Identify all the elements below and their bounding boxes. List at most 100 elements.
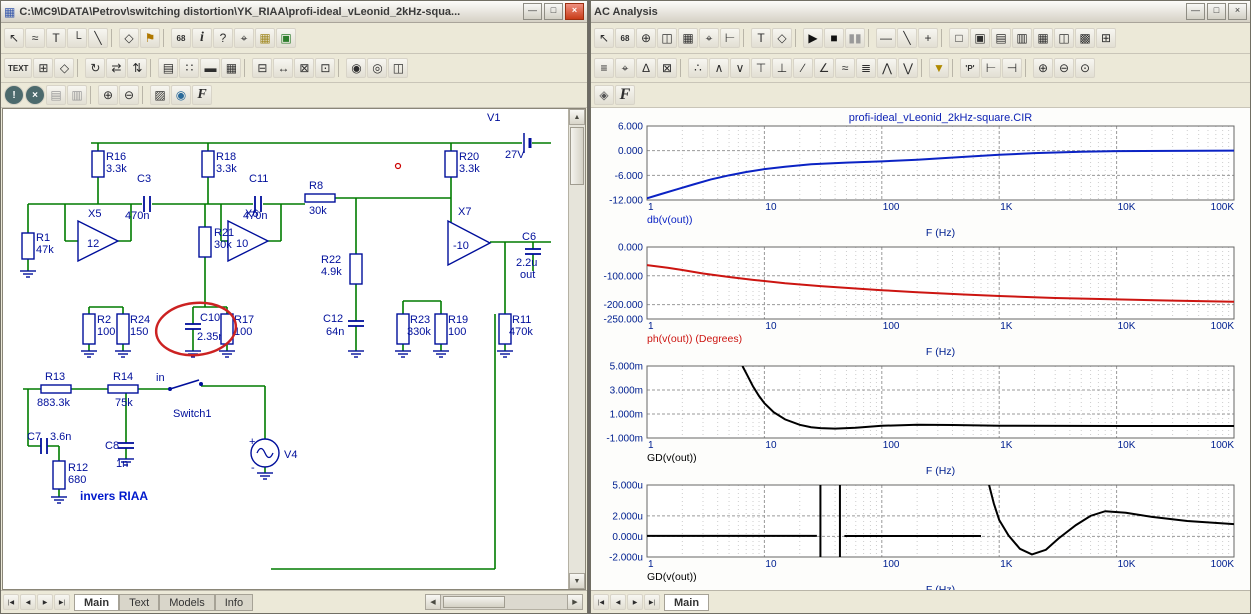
part-C8[interactable]: C81n [105, 440, 134, 470]
active-plot-icon[interactable]: ▣ [970, 28, 990, 48]
probe-icon[interactable]: ⌖ [615, 58, 635, 78]
one-plot-icon[interactable]: □ [949, 28, 969, 48]
waveform-icon[interactable]: ≈ [835, 58, 855, 78]
plot-background[interactable] [647, 485, 1234, 557]
text-mode-icon[interactable]: T [46, 28, 66, 48]
find-plot-icon[interactable]: 68 [615, 28, 635, 48]
rubberband-icon[interactable]: ⊡ [315, 58, 335, 78]
part-R23[interactable]: R23330k [397, 314, 431, 344]
wire-segments[interactable] [23, 143, 551, 569]
zoom-out-icon[interactable]: ⊖ [1054, 58, 1074, 78]
globe-icon[interactable]: ◉ [171, 85, 191, 105]
part-R2[interactable]: R2100 [83, 314, 115, 344]
first-tab-button[interactable]: |◀ [3, 594, 19, 610]
copy-to-clipboard-icon[interactable]: ▤ [46, 85, 66, 105]
schematic-vscrollbar[interactable]: ▲ ▼ [568, 109, 585, 589]
scroll-right-button[interactable]: ▶ [567, 594, 583, 610]
part-R20[interactable]: R203.3k [445, 151, 480, 177]
wire-mode-icon[interactable]: └ [67, 28, 87, 48]
diagonal-wire-mode-icon[interactable]: ╲ [88, 28, 108, 48]
select-mode-icon[interactable]: ↖ [4, 28, 24, 48]
graphics-mode-icon[interactable]: ◇ [119, 28, 139, 48]
tab-main[interactable]: Main [664, 594, 709, 611]
split-panels-icon[interactable]: ◫ [1054, 28, 1074, 48]
pause-icon[interactable]: ▮▮ [845, 28, 865, 48]
grid-dots-icon[interactable]: ∷ [179, 58, 199, 78]
last-tab-button[interactable]: ▶| [644, 594, 660, 610]
prev-tab-button[interactable]: ◀ [20, 594, 36, 610]
part-C3[interactable]: C3470n [125, 173, 151, 222]
text-stepper-icon[interactable]: TEXT [4, 58, 32, 78]
crosshair-icon[interactable]: + [918, 28, 938, 48]
p-key-icon[interactable]: 'P' [960, 58, 980, 78]
vscroll-thumb[interactable] [570, 127, 584, 185]
metafile-icon[interactable]: ▨ [150, 85, 170, 105]
maximize-button[interactable]: □ [544, 3, 563, 20]
prev-tab-button[interactable]: ◀ [610, 594, 626, 610]
ac-plot-0[interactable]: 1101001K10K100K6.0000.000-6.000-12.000pr… [591, 110, 1246, 242]
clear-tags-icon[interactable]: ⊠ [657, 58, 677, 78]
text-mode-icon[interactable]: T [751, 28, 771, 48]
close-button[interactable]: × [565, 3, 584, 20]
properties-icon[interactable]: ≡ [594, 58, 614, 78]
analysis-plot-area[interactable]: 1101001K10K100K6.0000.000-6.000-12.000pr… [591, 108, 1250, 590]
rotate-icon[interactable]: ↻ [85, 58, 105, 78]
find-component-icon[interactable]: 68 [171, 28, 191, 48]
formula-text-icon[interactable]: F [615, 85, 635, 105]
next-data-point-icon[interactable]: ∴ [688, 58, 708, 78]
tag-mode-icon[interactable]: ⊢ [720, 28, 740, 48]
component-mode-icon[interactable]: ≈ [25, 28, 45, 48]
cut-icon[interactable]: ⊠ [294, 58, 314, 78]
valley-icon[interactable]: ∨ [730, 58, 750, 78]
flag-mode-icon[interactable]: ⚑ [140, 28, 160, 48]
part-X5[interactable]: X512 [78, 208, 118, 261]
part-V1[interactable]: V127V [487, 112, 530, 161]
diagonal-tool-icon[interactable]: ╲ [897, 28, 917, 48]
stop-icon[interactable]: ■ [824, 28, 844, 48]
color-menu-icon[interactable]: ▼ [929, 58, 949, 78]
step-box-icon[interactable]: ▤ [158, 58, 178, 78]
copy-page-icon[interactable]: ▥ [67, 85, 87, 105]
part-V4[interactable]: V4+- [249, 436, 297, 474]
part-R8[interactable]: R830k [305, 180, 335, 217]
next-tab-button[interactable]: ▶ [627, 594, 643, 610]
inflection-icon[interactable]: ∠ [814, 58, 834, 78]
tab-main[interactable]: Main [74, 594, 119, 611]
part-R16[interactable]: R163.3k [92, 151, 127, 177]
mode-box-icon[interactable]: ⊟ [252, 58, 272, 78]
title-block-icon[interactable]: ▦ [221, 58, 241, 78]
low-icon[interactable]: ⊥ [772, 58, 792, 78]
tab-info[interactable]: Info [215, 594, 253, 611]
find-icon[interactable]: ◉ [346, 58, 366, 78]
stacked-waves-icon[interactable]: ≣ [856, 58, 876, 78]
find-next-icon[interactable]: ◎ [367, 58, 387, 78]
horizontal-panels-icon[interactable]: ▤ [991, 28, 1011, 48]
horizontal-tag-icon[interactable]: ⊢ [981, 58, 1001, 78]
color-palette-icon[interactable]: ▦ [255, 28, 275, 48]
component-palette-icon[interactable]: ⊞ [33, 58, 53, 78]
formula-text-icon[interactable]: F [192, 85, 212, 105]
ac-plot-3[interactable]: 1101001K10K100K5.000u2.000u0.000u-2.000u… [591, 480, 1246, 590]
ac-plot-1[interactable]: 1101001K10K100K0.000-100.000-200.000-250… [591, 242, 1246, 361]
mirror-horizontal-icon[interactable]: ⇄ [106, 58, 126, 78]
select-mode-icon[interactable]: ↖ [594, 28, 614, 48]
minimize-button[interactable]: — [1186, 3, 1205, 20]
redraw-icon[interactable]: ◈ [594, 85, 614, 105]
add-window-icon[interactable]: ⊞ [1096, 28, 1116, 48]
last-tab-button[interactable]: ▶| [54, 594, 70, 610]
slope-icon[interactable]: ∕ [793, 58, 813, 78]
graphics-mode-icon[interactable]: ◇ [772, 28, 792, 48]
region-select-icon[interactable]: ⌖ [234, 28, 254, 48]
line-tool-icon[interactable]: — [876, 28, 896, 48]
shape-palette-icon[interactable]: ◇ [54, 58, 74, 78]
scroll-down-button[interactable]: ▼ [569, 573, 585, 589]
global-low-icon[interactable]: ⋁ [898, 58, 918, 78]
part-C12[interactable]: C1264n [323, 313, 364, 338]
zoom-in-icon[interactable]: ⊕ [98, 85, 118, 105]
plot-background[interactable] [647, 366, 1234, 438]
next-tab-button[interactable]: ▶ [37, 594, 53, 610]
part-R17[interactable]: R17100 [221, 314, 254, 344]
part-R12[interactable]: R12680 [53, 461, 88, 489]
schematic-titlebar[interactable]: ▦ C:\MC9\DATA\Petrov\switching distortio… [1, 1, 587, 23]
vertical-panels-icon[interactable]: ▥ [1012, 28, 1032, 48]
